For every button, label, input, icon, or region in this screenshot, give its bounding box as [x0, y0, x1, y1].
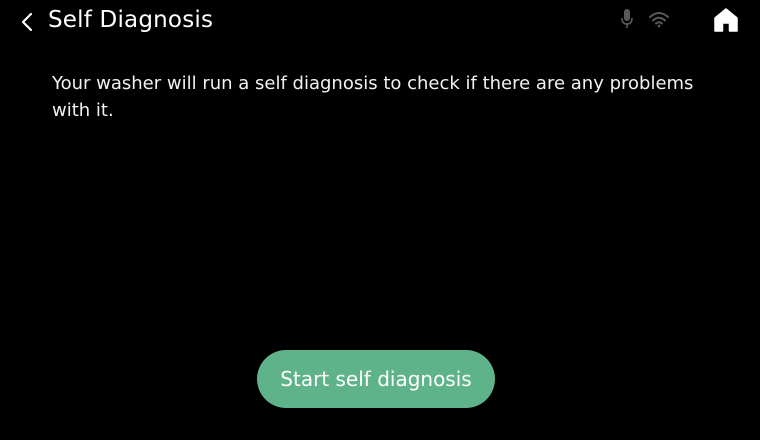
microphone-icon	[621, 9, 633, 28]
chevron-left-icon	[21, 12, 33, 32]
description-text: Your washer will run a self diagnosis to…	[52, 73, 694, 121]
page-title: Self Diagnosis	[48, 7, 214, 33]
home-icon	[714, 8, 738, 32]
back-button[interactable]	[16, 9, 38, 35]
wifi-icon	[649, 12, 669, 28]
home-button[interactable]	[712, 6, 740, 34]
start-self-diagnosis-button[interactable]: Start self diagnosis	[257, 350, 495, 408]
app-header: Self Diagnosis	[0, 0, 760, 44]
